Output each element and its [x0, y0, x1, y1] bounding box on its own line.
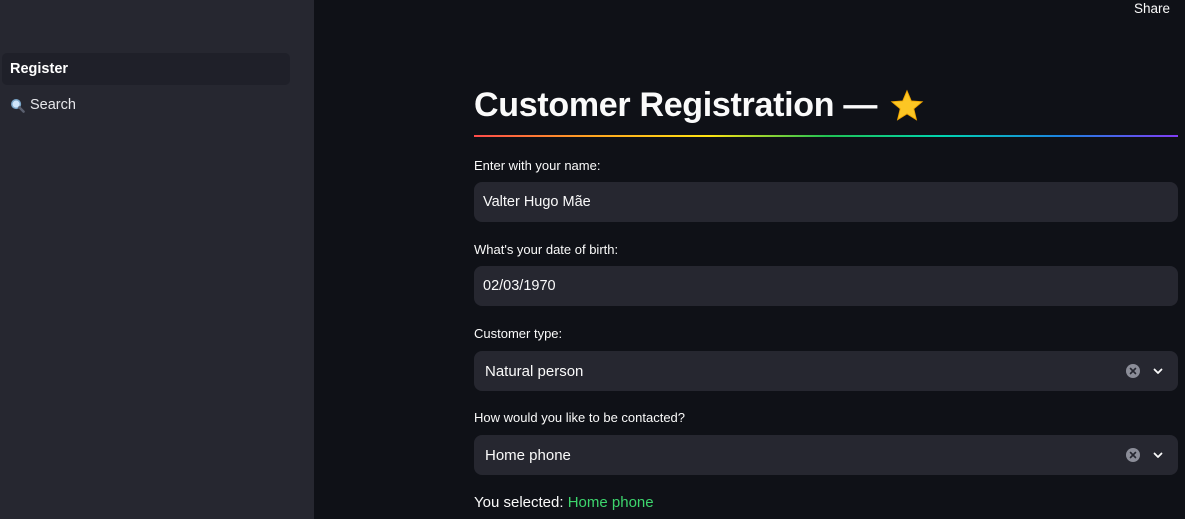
sidebar: Register Search [0, 0, 314, 519]
name-input-value: Valter Hugo Mãe [483, 194, 591, 210]
customer-type-select[interactable]: Natural person [474, 351, 1178, 391]
share-button[interactable]: Share [1134, 1, 1170, 16]
birth-date-value: 02/03/1970 [483, 278, 556, 294]
magnifier-icon [10, 98, 25, 113]
birth-date-input[interactable]: 02/03/1970 [474, 266, 1178, 306]
selected-output: You selected: Home phone [474, 494, 654, 511]
chevron-down-icon[interactable] [1152, 365, 1164, 377]
sidebar-item-search[interactable]: Search [2, 89, 290, 121]
page-title: Customer Registration — [474, 86, 925, 125]
customer-type-label: Customer type: [474, 326, 563, 341]
app: Register Search Share Customer Registrat… [0, 0, 1185, 519]
clear-icon[interactable] [1126, 364, 1140, 378]
contact-method-select[interactable]: Home phone [474, 435, 1178, 475]
star-icon [889, 89, 925, 123]
chevron-down-icon[interactable] [1152, 449, 1164, 461]
title-divider [474, 135, 1178, 137]
clear-icon[interactable] [1126, 448, 1140, 462]
sidebar-item-label: Search [30, 97, 76, 113]
selected-prefix: You selected: [474, 494, 564, 511]
name-input[interactable]: Valter Hugo Mãe [474, 182, 1178, 222]
selected-value: Home phone [567, 494, 654, 511]
birth-label: What's your date of birth: [474, 242, 619, 257]
sidebar-item-register[interactable]: Register [2, 53, 290, 85]
sidebar-item-label: Register [10, 61, 69, 77]
contact-label: How would you like to be contacted? [474, 410, 686, 425]
customer-type-value: Natural person [485, 362, 584, 380]
contact-method-value: Home phone [485, 446, 571, 464]
name-label: Enter with your name: [474, 158, 601, 173]
page-title-text: Customer Registration — [474, 86, 878, 124]
